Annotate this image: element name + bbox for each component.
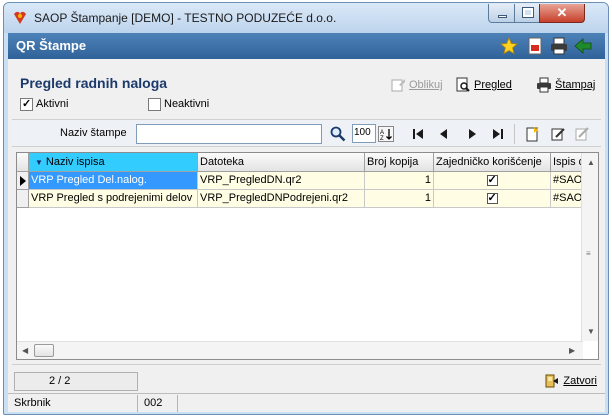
- horizontal-scrollbar[interactable]: ◀ ▶: [17, 341, 583, 359]
- column-header-broj-kopija[interactable]: Broj kopija: [365, 153, 434, 172]
- title-bar: SAOP Štampanje [DEMO] - TESTNO PODUZEĆE …: [4, 3, 608, 33]
- scroll-left-icon[interactable]: ◀: [22, 346, 28, 355]
- maximize-icon: [522, 7, 534, 18]
- table-row[interactable]: VRP Pregled Del.nalog. VRP_PregledDN.qr2…: [17, 172, 598, 190]
- row-indicator: [17, 172, 29, 190]
- sort-icon[interactable]: A Z: [378, 126, 394, 142]
- column-header-label: Zajedničko korišćenje: [436, 156, 542, 168]
- form-footer: 2 / 2 Zatvori: [12, 364, 601, 391]
- last-record-icon[interactable]: [490, 126, 506, 142]
- search-input[interactable]: [136, 124, 322, 144]
- cell-naziv[interactable]: VRP Pregled s podrejenimi delov: [29, 190, 198, 208]
- pregled-button[interactable]: Pregled: [455, 76, 512, 94]
- status-bar: Skrbnik 002: [8, 393, 605, 412]
- previous-record-icon[interactable]: [436, 126, 452, 142]
- close-icon: ✕: [556, 5, 568, 20]
- oblikuj-button[interactable]: Oblikuj: [390, 76, 443, 94]
- exit-icon[interactable]: [574, 37, 592, 55]
- column-header-label: Ispis d: [553, 156, 583, 168]
- filter-aktivni-label: Aktivni: [36, 98, 69, 110]
- cell-zajednicko[interactable]: ✓: [434, 172, 551, 190]
- record-pager: 2 / 2: [14, 372, 138, 391]
- search-icon[interactable]: [330, 126, 346, 142]
- cell-datoteka[interactable]: VRP_PregledDNPodrejeni.qr2: [198, 190, 365, 208]
- form-body: Pregled radnih naloga ✓ Aktivni Neaktivn…: [8, 59, 605, 412]
- delete-record-icon[interactable]: [574, 126, 590, 142]
- cell-zajednicko[interactable]: ✓: [434, 190, 551, 208]
- page-title: Pregled radnih naloga: [20, 75, 168, 91]
- cell-broj-kopija[interactable]: 1: [365, 172, 434, 190]
- maximize-button[interactable]: [514, 4, 540, 23]
- column-header-label: Broj kopija: [367, 156, 419, 168]
- column-header-datoteka[interactable]: Datoteka: [198, 153, 365, 172]
- zatvori-button[interactable]: Zatvori: [544, 372, 597, 390]
- stampaj-label: Štampaj: [555, 79, 596, 91]
- star-icon[interactable]: [500, 37, 518, 55]
- stampaj-button[interactable]: Štampaj: [536, 76, 595, 94]
- app-window: SAOP Štampanje [DEMO] - TESTNO PODUZEĆE …: [3, 2, 609, 415]
- cell-datoteka[interactable]: VRP_PregledDN.qr2: [198, 172, 365, 190]
- printer-icon[interactable]: [550, 37, 568, 55]
- scroll-right-icon[interactable]: ▶: [569, 346, 575, 355]
- svg-text:Z: Z: [380, 136, 384, 142]
- checkbox-box[interactable]: ✓: [20, 97, 33, 111]
- column-header-ispis[interactable]: Ispis d: [551, 153, 583, 172]
- column-header-label: Datoteka: [200, 156, 245, 168]
- column-header-naziv[interactable]: ▼ Naziv ispisa: [29, 153, 198, 172]
- row-count-field[interactable]: 100: [352, 124, 376, 143]
- check-icon: ✓: [487, 173, 497, 186]
- checkbox-box[interactable]: [148, 97, 161, 111]
- status-code: 002: [138, 395, 178, 412]
- scroll-up-icon[interactable]: ▲: [587, 158, 595, 167]
- column-header-zajednicko[interactable]: Zajedničko korišćenje: [434, 153, 551, 172]
- toolbar-separator: [514, 124, 515, 144]
- first-record-icon[interactable]: [410, 126, 426, 142]
- filter-aktivni-checkbox[interactable]: ✓ Aktivni: [20, 97, 68, 111]
- door-exit-icon: [545, 374, 559, 388]
- edit-record-icon[interactable]: [550, 126, 566, 142]
- filter-neaktivni-label: Neaktivni: [164, 98, 210, 110]
- printer-icon: [537, 77, 551, 93]
- shared-checkbox[interactable]: ✓: [486, 191, 498, 204]
- vertical-scrollbar[interactable]: ▲ ≡ ▼: [581, 153, 598, 341]
- new-record-icon[interactable]: [524, 126, 540, 142]
- data-grid[interactable]: ▼ Naziv ispisa Datoteka Broj kopija Zajed…: [16, 152, 599, 360]
- search-label: Naziv štampe: [60, 127, 127, 139]
- current-row-icon: [20, 176, 26, 186]
- scroll-grip-icon: ≡: [586, 249, 591, 258]
- shared-checkbox[interactable]: ✓: [486, 173, 498, 186]
- design-icon: [391, 79, 405, 92]
- minimize-button[interactable]: [488, 4, 515, 23]
- pregled-label: Pregled: [474, 79, 512, 91]
- scroll-down-icon[interactable]: ▼: [587, 327, 595, 336]
- horizontal-scroll-thumb[interactable]: [34, 344, 54, 357]
- status-user: Skrbnik: [8, 395, 138, 412]
- grid-corner: [17, 153, 29, 172]
- form-title: QR Štampe: [16, 38, 87, 53]
- pdf-icon[interactable]: [526, 37, 544, 55]
- cell-ispis[interactable]: #SAOP: [551, 172, 583, 190]
- minimize-icon: [498, 15, 507, 18]
- cell-ispis[interactable]: #SAOP: [551, 190, 583, 208]
- row-indicator: [17, 190, 29, 208]
- search-toolbar: Naziv štampe 100 A Z: [12, 119, 601, 147]
- table-row[interactable]: VRP Pregled s podrejenimi delov VRP_Preg…: [17, 190, 598, 208]
- app-logo-icon: [14, 11, 26, 24]
- filter-neaktivni-checkbox[interactable]: Neaktivni: [148, 97, 209, 111]
- cell-broj-kopija[interactable]: 1: [365, 190, 434, 208]
- column-header-label: Naziv ispisa: [45, 156, 105, 168]
- sort-desc-icon: ▼: [35, 158, 43, 167]
- close-button[interactable]: ✕: [539, 4, 585, 23]
- preview-icon: [456, 77, 470, 92]
- check-icon: ✓: [22, 97, 32, 110]
- window-title: SAOP Štampanje [DEMO] - TESTNO PODUZEĆE …: [34, 11, 337, 25]
- check-icon: ✓: [487, 191, 497, 204]
- oblikuj-label: Oblikuj: [409, 79, 443, 91]
- zatvori-label: Zatvori: [563, 375, 597, 387]
- cell-naziv[interactable]: VRP Pregled Del.nalog.: [29, 172, 198, 190]
- next-record-icon[interactable]: [464, 126, 480, 142]
- form-header: QR Štampe: [8, 33, 605, 59]
